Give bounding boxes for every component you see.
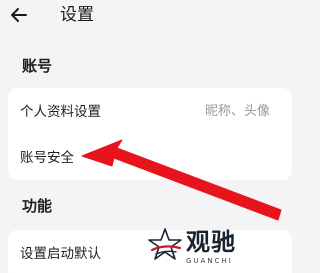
watermark-title: 观驰: [186, 228, 236, 256]
page-title: 设置: [60, 5, 94, 25]
row-label: 设置启动默认: [20, 246, 101, 262]
star-logo-icon: [148, 228, 182, 260]
row-profile-settings[interactable]: 个人资料设置 昵称、头像: [8, 88, 292, 136]
row-label: 个人资料设置: [20, 104, 101, 120]
top-bar: 设置: [0, 0, 300, 36]
row-label: 账号安全: [20, 150, 74, 166]
account-card: 个人资料设置 昵称、头像 账号安全: [8, 88, 292, 180]
section-title-account: 账号: [22, 57, 53, 75]
row-account-security[interactable]: 账号安全: [8, 134, 292, 182]
section-title-features: 功能: [22, 197, 53, 215]
settings-screen: 设置 账号 个人资料设置 昵称、头像 账号安全 功能 设置启动默认 观驰 GUA…: [0, 0, 300, 273]
watermark: 观驰 GUANCHI: [146, 224, 270, 270]
watermark-subtitle: GUANCHI: [186, 257, 233, 265]
arrow-left-icon[interactable]: [8, 4, 30, 26]
row-value: 昵称、头像: [204, 104, 270, 119]
